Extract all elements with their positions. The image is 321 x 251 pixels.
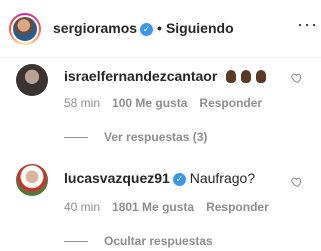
story-ring-avatar[interactable] (9, 13, 41, 45)
comment-time: 40 min (64, 200, 101, 214)
reply-button[interactable]: Responder (206, 200, 269, 214)
heart-icon[interactable] (291, 72, 303, 84)
comment-body: Naufrago? (189, 170, 256, 186)
commenter-avatar[interactable] (16, 164, 48, 196)
ellipsis-icon[interactable]: ··· (297, 14, 318, 35)
post-author: sergioramos ✓ • Siguiendo (53, 20, 234, 36)
commenter-avatar[interactable] (16, 64, 48, 96)
comment-meta: 58 min 100 Me gusta Responder (64, 96, 274, 110)
verified-badge-icon: ✓ (172, 173, 186, 186)
verified-badge-icon: ✓ (140, 23, 154, 36)
post-header: sergioramos ✓ • Siguiendo ··· (0, 0, 321, 58)
replies-divider-line (64, 241, 88, 243)
heart-icon[interactable] (291, 176, 303, 188)
view-replies-toggle[interactable]: Ver respuestas (3) (64, 130, 207, 144)
following-button[interactable]: Siguiendo (166, 20, 234, 36)
reply-button[interactable]: Responder (199, 96, 262, 110)
replies-divider-line (64, 137, 88, 139)
view-replies-label: Ver respuestas (3) (104, 130, 208, 144)
comment-meta: 40 min 1801 Me gusta Responder (64, 200, 281, 214)
avatar (13, 17, 37, 41)
separator-dot: • (157, 20, 162, 36)
likes-count[interactable]: 1801 Me gusta (112, 200, 194, 214)
comment-text: lucasvazquez91 ✓ Naufrago? (64, 170, 255, 186)
author-username[interactable]: sergioramos (53, 20, 137, 36)
hide-replies-label: Ocultar respuestas (104, 234, 213, 248)
likes-count[interactable]: 100 Me gusta (112, 96, 187, 110)
hide-replies-toggle[interactable]: Ocultar respuestas (64, 234, 213, 248)
comment-text: israelfernandezcantaor (64, 68, 266, 84)
comment-username[interactable]: lucasvazquez91 (64, 170, 170, 186)
hand-emoji-icon (225, 68, 266, 84)
hand-emoji-icon (226, 70, 237, 83)
comment-username[interactable]: israelfernandezcantaor (64, 68, 217, 84)
hand-emoji-icon (255, 70, 266, 83)
hand-emoji-icon (241, 70, 252, 83)
comment-time: 58 min (64, 96, 101, 110)
